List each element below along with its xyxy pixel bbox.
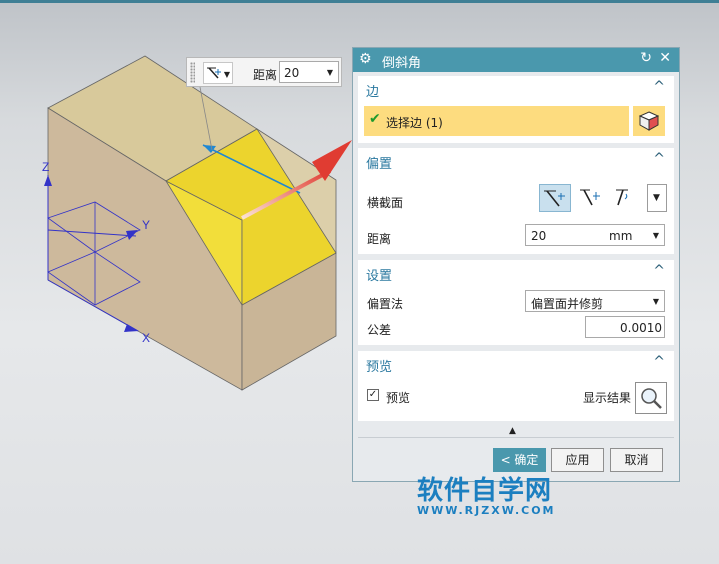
mini-distance-value: 20 [284, 66, 300, 80]
x-axis-label: X [142, 331, 150, 345]
chevron-down-icon: ▼ [652, 297, 659, 306]
offset-method-label: 偏置法 [367, 297, 404, 311]
select-edge-text: 选择边 (1) [386, 116, 443, 130]
preview-checkbox[interactable]: ✓ [367, 389, 379, 401]
offsets-group-title: 偏置 [366, 157, 393, 172]
expand-more-icon[interactable]: ▲ [509, 426, 516, 436]
mini-distance-label: 距离 [253, 68, 278, 82]
chevron-up-icon[interactable]: ^ [653, 354, 665, 370]
tolerance-label: 公差 [367, 323, 392, 337]
chevron-up-icon[interactable]: ^ [653, 151, 665, 167]
watermark-url: WWW.RJZXW.COM [417, 504, 556, 517]
distance-unit: mm [609, 229, 633, 243]
chevron-up-icon[interactable]: ^ [653, 79, 665, 95]
asymmetric-chamfer-icon [580, 189, 600, 206]
symmetric-chamfer-icon [544, 190, 565, 207]
mini-toolbar: ▼ 距离 20 ▼ [186, 57, 342, 87]
drag-grip-icon[interactable] [190, 62, 195, 83]
settings-group: 设置 ^ 偏置法 偏置面并修剪 ▼ 公差 0.0010 [358, 260, 674, 345]
offset-method-dropdown[interactable]: 偏置面并修剪 ▼ [525, 290, 665, 312]
magnifier-icon [641, 388, 662, 409]
select-edge-row[interactable]: ✔ 选择边 (1) [364, 106, 629, 136]
cross-section-label: 横截面 [367, 196, 404, 210]
preview-group-title: 预览 [366, 360, 393, 375]
offsets-group-header[interactable]: 偏置 ^ [358, 148, 674, 172]
edge-group-header[interactable]: 边 ^ [358, 76, 674, 100]
z-axis-label: Z [42, 160, 49, 174]
settings-group-title: 设置 [366, 269, 393, 284]
distance-field[interactable]: 20 mm ▼ [525, 224, 665, 246]
preview-checkbox-label: 预览 [386, 391, 411, 405]
dialog-title-bar[interactable]: ⚙ 倒斜角 ↻ ✕ [353, 48, 679, 72]
tolerance-value: 0.0010 [620, 321, 662, 335]
cross-section-dropdown[interactable]: ▼ [203, 62, 233, 84]
settings-group-header[interactable]: 设置 ^ [358, 260, 674, 284]
chevron-up-icon[interactable]: ^ [653, 263, 665, 279]
offset-method-value: 偏置面并修剪 [531, 297, 604, 311]
distance-value: 20 [531, 229, 547, 243]
offset-angle-chamfer-icon [616, 189, 628, 206]
tolerance-field[interactable]: 0.0010 [585, 316, 665, 338]
distance-label: 距离 [367, 232, 392, 246]
chevron-down-icon: ▼ [652, 231, 659, 240]
chevron-down-icon: ▼ [653, 193, 660, 203]
checkmark-icon: ✔ [369, 111, 381, 127]
offsets-group: 偏置 ^ 横截面 ▼ 距离 20 mm ▼ [358, 148, 674, 254]
button-separator [358, 437, 674, 438]
reset-icon[interactable]: ↻ [640, 50, 652, 66]
apply-button[interactable]: 应用 [551, 448, 604, 472]
watermark: 软件自学网 WWW.RJZXW.COM [417, 470, 556, 517]
offset-and-angle-button[interactable] [611, 184, 643, 212]
asymmetric-offset-button[interactable] [575, 184, 607, 212]
show-result-label: 显示结果 [583, 391, 632, 405]
chevron-down-icon: ▼ [326, 68, 333, 77]
watermark-title: 软件自学网 [417, 476, 553, 506]
preview-group: 预览 ^ ✓ 预览 显示结果 [358, 351, 674, 421]
select-edge-filter-button[interactable] [633, 106, 665, 136]
show-result-button[interactable] [635, 382, 667, 414]
chevron-down-icon: ▼ [223, 70, 230, 79]
gear-icon[interactable]: ⚙ [359, 51, 372, 67]
ok-button[interactable]: < 确定 > [493, 448, 546, 489]
cancel-button[interactable]: 取消 [610, 448, 663, 472]
cross-section-icon [207, 67, 221, 79]
dialog-title: 倒斜角 [382, 56, 422, 71]
y-axis-label: Y [142, 218, 150, 232]
edge-group: 边 ^ ✔ 选择边 (1) [358, 76, 674, 143]
chamfer-dialog: ⚙ 倒斜角 ↻ ✕ 边 ^ ✔ 选择边 (1) 偏置 ^ 横截面 ▼ 距离 20… [352, 47, 680, 489]
cross-section-dropdown-button[interactable]: ▼ [647, 184, 667, 212]
mini-distance-field[interactable]: 20 ▼ [279, 61, 339, 83]
cube-icon [638, 111, 660, 131]
edge-group-title: 边 [366, 85, 380, 100]
symmetric-offset-button[interactable] [539, 184, 571, 212]
close-icon[interactable]: ✕ [659, 50, 671, 66]
preview-group-header[interactable]: 预览 ^ [358, 351, 674, 375]
